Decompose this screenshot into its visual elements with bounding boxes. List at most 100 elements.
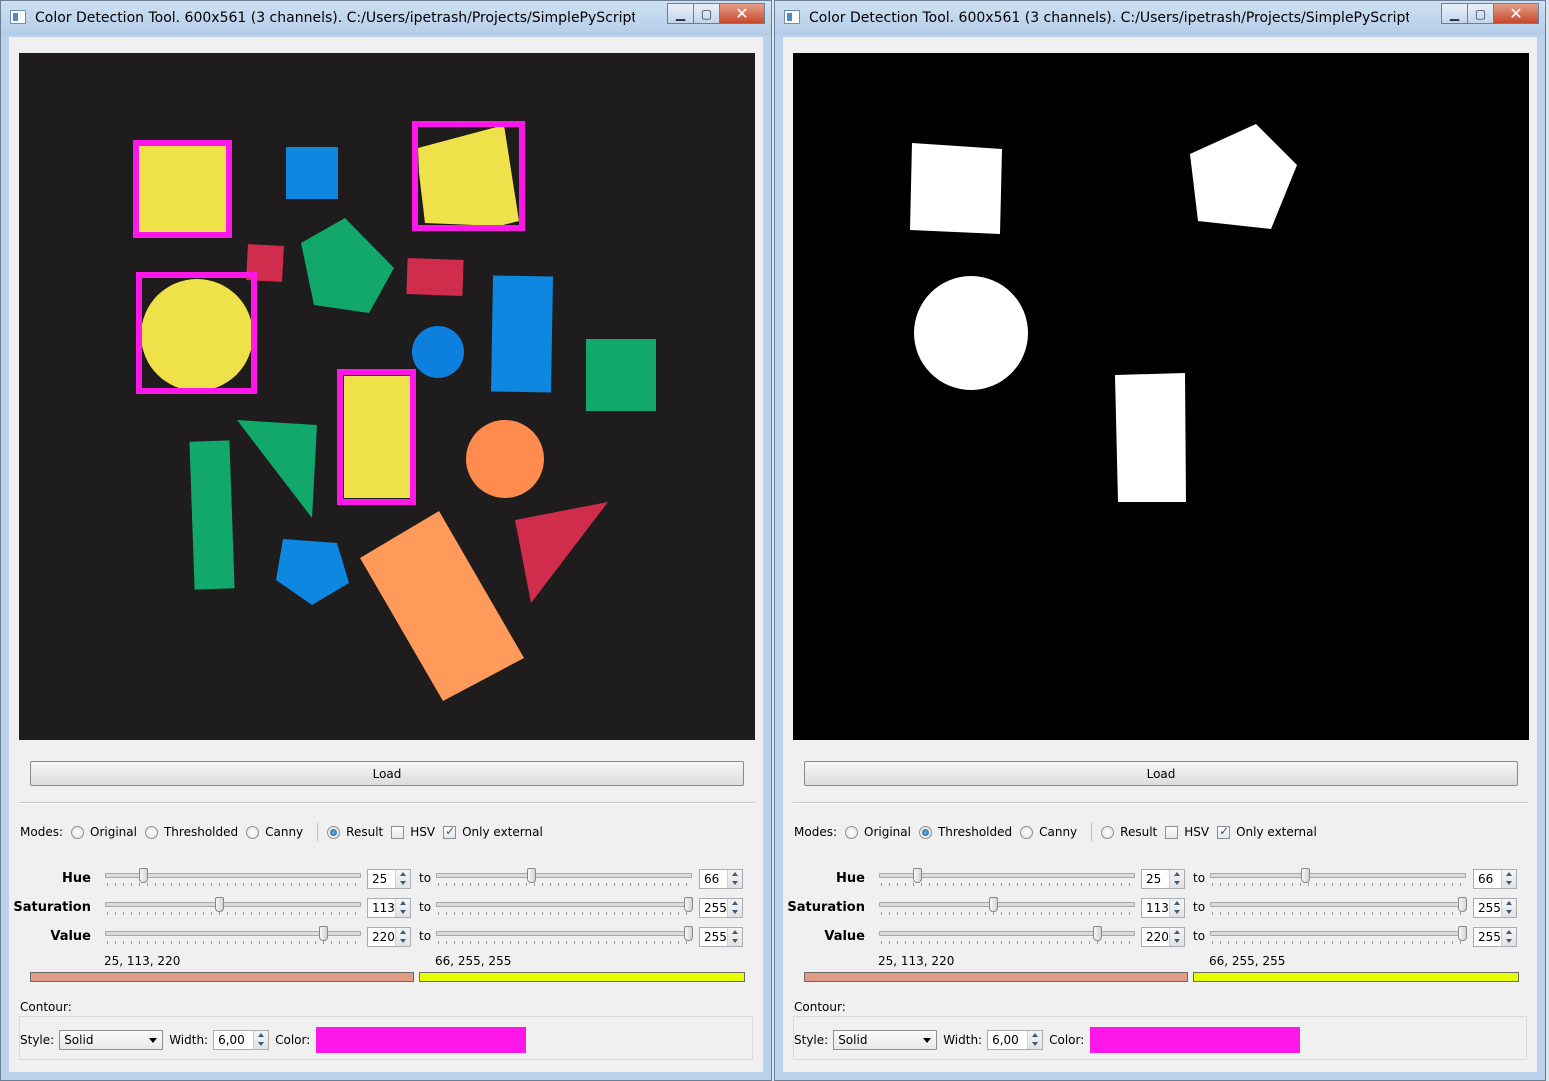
title-bar[interactable]: Color Detection Tool. 600x561 (3 channel… <box>1 1 771 35</box>
spin-arrows-icon[interactable] <box>1501 870 1516 888</box>
radio-result-label[interactable]: Result <box>1120 825 1157 839</box>
radio-thresholded[interactable] <box>918 825 932 839</box>
spin-arrows-icon[interactable] <box>727 899 742 917</box>
load-button[interactable]: Load <box>804 761 1518 786</box>
spin-arrows-icon[interactable] <box>1169 899 1184 917</box>
hue-min-spinbox[interactable]: 25 <box>367 869 411 889</box>
spin-arrows-icon[interactable] <box>395 899 410 917</box>
value-min-spinbox[interactable]: 220 <box>367 927 411 947</box>
slider-thumb[interactable] <box>139 868 149 883</box>
spin-arrows-icon[interactable] <box>395 928 410 946</box>
value-max-spinbox[interactable]: 255 <box>1473 927 1517 947</box>
radio-result[interactable] <box>1101 825 1115 839</box>
radio-result[interactable] <box>327 825 341 839</box>
style-select[interactable]: Solid <box>59 1030 164 1050</box>
slider-thumb[interactable] <box>214 897 224 912</box>
slider-thumb[interactable] <box>1458 926 1467 941</box>
slider-thumb[interactable] <box>318 926 328 941</box>
hue-max-slider[interactable] <box>1210 868 1466 890</box>
hsv-checkbox-label[interactable]: HSV <box>1184 825 1209 839</box>
hsv-checkbox-label[interactable]: HSV <box>410 825 435 839</box>
radio-canny[interactable] <box>1020 825 1034 839</box>
maximize-button[interactable]: ▢ <box>1467 3 1494 24</box>
spin-arrows-icon[interactable] <box>1027 1031 1043 1049</box>
hue-min-slider[interactable] <box>105 868 361 890</box>
radio-canny-label[interactable]: Canny <box>265 825 303 839</box>
close-button[interactable]: ✕ <box>1493 3 1539 24</box>
hue-min-slider[interactable] <box>879 868 1135 890</box>
saturation-row: Saturation 113 to 255 <box>783 897 1523 919</box>
value-max-slider[interactable] <box>1210 926 1467 948</box>
value-min-slider[interactable] <box>879 926 1135 948</box>
maximize-button[interactable]: ▢ <box>693 3 720 24</box>
width-spinbox[interactable]: 6,00 <box>987 1030 1044 1050</box>
only-external-label[interactable]: Only external <box>1236 825 1317 839</box>
load-button[interactable]: Load <box>30 761 744 786</box>
title-bar[interactable]: Color Detection Tool. 600x561 (3 channel… <box>775 1 1545 35</box>
radio-canny[interactable] <box>246 825 260 839</box>
saturation-max-spinbox[interactable]: 255 <box>1473 898 1517 918</box>
radio-thresholded-label[interactable]: Thresholded <box>938 825 1012 839</box>
shape-yellow-circle <box>141 279 253 391</box>
shape-blue-rect <box>490 275 554 393</box>
slider-thumb[interactable] <box>1092 926 1102 941</box>
saturation-min-slider[interactable] <box>879 897 1135 919</box>
radio-result-label[interactable]: Result <box>346 825 383 839</box>
value-max-spinbox[interactable]: 255 <box>699 927 743 947</box>
only-external-checkbox[interactable] <box>443 824 457 839</box>
hue-max-spinbox[interactable]: 66 <box>1473 869 1517 889</box>
hue-max-spinbox[interactable]: 66 <box>699 869 743 889</box>
saturation-min-slider[interactable] <box>105 897 361 919</box>
width-spinbox[interactable]: 6,00 <box>213 1030 270 1050</box>
slider-thumb[interactable] <box>913 868 923 883</box>
saturation-max-slider[interactable] <box>1210 897 1467 919</box>
saturation-min-spinbox[interactable]: 113 <box>1141 898 1185 918</box>
hue-max-slider[interactable] <box>436 868 692 890</box>
shape-green-bar <box>189 440 235 590</box>
contour-color-button[interactable] <box>316 1027 527 1053</box>
spin-arrows-icon[interactable] <box>727 870 742 888</box>
spin-arrows-icon[interactable] <box>395 870 410 888</box>
shape-yellow-square <box>139 146 227 233</box>
spin-arrows-icon[interactable] <box>1169 870 1184 888</box>
only-external-checkbox[interactable] <box>1217 824 1231 839</box>
lower-color-text: 25, 113, 220 <box>878 954 955 968</box>
saturation-max-slider[interactable] <box>436 897 693 919</box>
radio-original-label[interactable]: Original <box>864 825 911 839</box>
slider-thumb[interactable] <box>684 926 693 941</box>
value-min-slider[interactable] <box>105 926 361 948</box>
spin-arrows-icon[interactable] <box>727 928 742 946</box>
lower-color-swatch <box>30 972 414 982</box>
hsv-checkbox[interactable] <box>391 825 405 839</box>
style-select[interactable]: Solid <box>833 1030 938 1050</box>
value-min-spinbox[interactable]: 220 <box>1141 927 1185 947</box>
to-label: to <box>419 900 432 914</box>
slider-thumb[interactable] <box>1458 897 1467 912</box>
hsv-checkbox[interactable] <box>1165 825 1179 839</box>
hue-min-spinbox[interactable]: 25 <box>1141 869 1185 889</box>
slider-thumb[interactable] <box>684 897 693 912</box>
spin-arrows-icon[interactable] <box>253 1031 269 1049</box>
only-external-label[interactable]: Only external <box>462 825 543 839</box>
radio-original[interactable] <box>845 825 858 839</box>
radio-original-label[interactable]: Original <box>90 825 137 839</box>
spin-arrows-icon[interactable] <box>1501 928 1516 946</box>
contour-color-button[interactable] <box>1090 1027 1301 1053</box>
saturation-max-spinbox[interactable]: 255 <box>699 898 743 918</box>
radio-thresholded-label[interactable]: Thresholded <box>164 825 238 839</box>
minimize-button[interactable]: ▁ <box>1441 3 1468 24</box>
radio-original[interactable] <box>71 825 84 839</box>
radio-thresholded[interactable] <box>144 825 158 839</box>
spin-arrows-icon[interactable] <box>1169 928 1184 946</box>
minimize-button[interactable]: ▁ <box>667 3 694 24</box>
close-button[interactable]: ✕ <box>719 3 765 24</box>
modes-bar: Modes: Original Thresholded Canny Result… <box>20 823 547 841</box>
value-max-slider[interactable] <box>436 926 693 948</box>
slider-thumb[interactable] <box>988 897 998 912</box>
spin-arrows-icon[interactable] <box>1501 899 1516 917</box>
slider-thumb[interactable] <box>1300 868 1310 883</box>
radio-canny-label[interactable]: Canny <box>1039 825 1077 839</box>
saturation-min-spinbox[interactable]: 113 <box>367 898 411 918</box>
to-label: to <box>419 929 432 943</box>
slider-thumb[interactable] <box>526 868 536 883</box>
